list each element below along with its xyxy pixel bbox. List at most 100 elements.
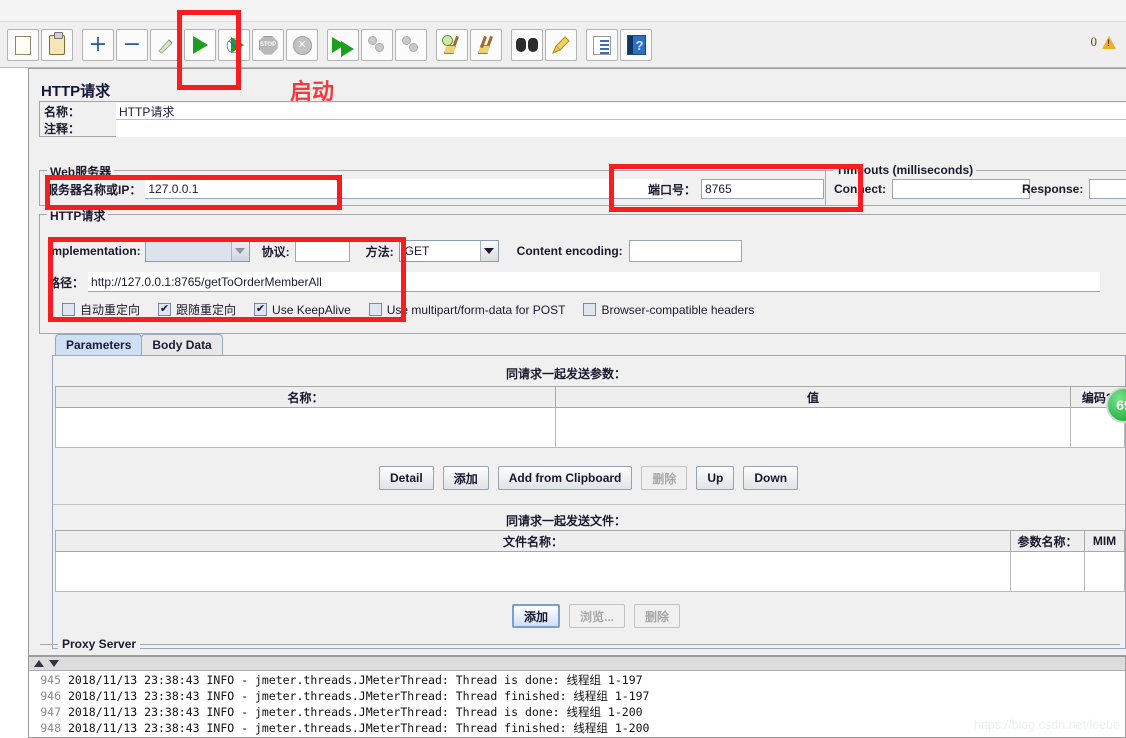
move-down-button[interactable]: Down: [743, 466, 799, 490]
protocol-input[interactable]: [294, 240, 350, 262]
warning-triangle-icon: [1102, 35, 1116, 49]
function-helper-icon[interactable]: [586, 29, 618, 61]
move-up-button[interactable]: Up: [696, 466, 735, 490]
column-header-filename[interactable]: 文件名称：: [55, 530, 1011, 552]
search-icon[interactable]: [511, 29, 543, 61]
clear-all-icon[interactable]: [470, 29, 502, 61]
paste-icon[interactable]: [41, 29, 73, 61]
reset-search-icon[interactable]: [545, 29, 577, 61]
checkbox-box: [62, 303, 75, 316]
clear-icon[interactable]: [436, 29, 468, 61]
add-from-clipboard-button[interactable]: Add from Clipboard: [497, 466, 633, 490]
chevron-down-icon: [230, 241, 249, 261]
server-port-input[interactable]: 8765: [701, 179, 825, 199]
copy-icon[interactable]: [7, 29, 39, 61]
start-icon[interactable]: [184, 29, 216, 61]
files-table[interactable]: 文件名称： 参数名称： MIM: [55, 530, 1125, 592]
help-icon[interactable]: [620, 29, 652, 61]
response-timeout-input[interactable]: [1089, 179, 1126, 199]
implementation-label: Implementation:: [48, 244, 141, 258]
connect-timeout-label: Connect:: [834, 182, 886, 196]
jmeter-window: + − ⃠ STOP: [0, 0, 1126, 738]
log-line-number: 947: [40, 705, 61, 719]
toggle-icon[interactable]: [150, 29, 182, 61]
parameters-table[interactable]: 名称： 值 编码?: [55, 386, 1125, 448]
name-label: 名称：: [44, 105, 81, 119]
files-caption: 同请求一起发送文件：: [505, 514, 626, 528]
stop-remote-icon[interactable]: [361, 29, 393, 61]
files-button-bar: 添加 浏览... 删除: [512, 604, 681, 628]
checkbox-browser-compatible-headers[interactable]: Browser-compatible headers: [583, 303, 754, 317]
tab-parameters[interactable]: Parameters: [55, 334, 143, 355]
content-encoding-input[interactable]: [628, 240, 742, 262]
tab-body-data[interactable]: Body Data: [141, 334, 223, 355]
add-parameter-button[interactable]: 添加: [442, 466, 489, 490]
server-port-label: 端口号：: [648, 182, 697, 197]
checkbox-label: 跟随重定向: [176, 303, 237, 317]
log-line: 946 2018/11/13 23:38:43 INFO - jmeter.th…: [31, 688, 1125, 704]
start-remote-icon[interactable]: [327, 29, 359, 61]
log-viewer-panel[interactable]: 945 2018/11/13 23:38:43 INFO - jmeter.th…: [28, 656, 1126, 738]
log-line-text: 2018/11/13 23:38:43 INFO - jmeter.thread…: [68, 689, 650, 703]
connect-timeout-input[interactable]: [892, 179, 1030, 199]
checkbox-use-keepalive[interactable]: Use KeepAlive: [254, 303, 351, 317]
log-toolbar: [29, 657, 1125, 671]
column-header-value[interactable]: 值: [555, 386, 1071, 408]
column-header-mimetype[interactable]: MIM: [1084, 530, 1125, 552]
log-line: 945 2018/11/13 23:38:43 INFO - jmeter.th…: [31, 672, 1125, 688]
response-timeout-label: Response:: [1022, 182, 1084, 196]
add-icon[interactable]: +: [82, 29, 114, 61]
scroll-down-icon[interactable]: [49, 660, 59, 667]
checkbox-box: [254, 303, 268, 316]
http-request-group: HTTP请求 Implementation: 协议: 方法: GET Conte…: [39, 207, 1126, 334]
warning-count: 0: [1090, 34, 1098, 49]
warning-indicator[interactable]: 0: [1090, 34, 1116, 50]
stop-icon[interactable]: STOP: [252, 29, 284, 61]
table-empty-row[interactable]: [55, 407, 1125, 448]
method-select[interactable]: GET: [398, 240, 499, 262]
log-lines: 945 2018/11/13 23:38:43 INFO - jmeter.th…: [29, 671, 1125, 736]
comment-input[interactable]: [116, 120, 1126, 137]
start-no-pauses-icon[interactable]: ⃠: [218, 29, 250, 61]
checkbox-auto-redirect[interactable]: 自动重定向: [62, 301, 140, 318]
active-threads-count: 69: [1116, 397, 1126, 413]
server-host-input[interactable]: 127.0.0.1: [145, 179, 664, 199]
remove-icon[interactable]: −: [116, 29, 148, 61]
proxy-server-legend: Proxy Server: [58, 637, 141, 651]
path-input[interactable]: http://127.0.0.1:8765/getToOrderMemberAl…: [88, 272, 1101, 292]
log-line-text: 2018/11/13 23:38:43 INFO - jmeter.thread…: [68, 673, 643, 687]
delete-parameter-button: 删除: [641, 466, 688, 490]
new-icon[interactable]: [0, 29, 5, 61]
add-file-button[interactable]: 添加: [512, 604, 561, 628]
shutdown-remote-icon[interactable]: [395, 29, 427, 61]
table-empty-row[interactable]: [55, 551, 1125, 592]
shutdown-icon[interactable]: [286, 29, 318, 61]
checkbox-use-multipart[interactable]: Use multipart/form-data for POST: [368, 303, 565, 317]
table-header-row: 名称： 值 编码?: [55, 386, 1125, 408]
column-header-name[interactable]: 名称：: [55, 386, 556, 408]
checkbox-follow-redirect[interactable]: 跟随重定向: [158, 301, 236, 318]
section-divider: [53, 504, 1125, 505]
protocol-label: 协议:: [261, 244, 290, 259]
method-value: GET: [404, 244, 430, 258]
http-request-legend: HTTP请求: [47, 207, 109, 224]
comment-label: 注释：: [44, 122, 81, 136]
scroll-up-icon[interactable]: [34, 660, 44, 667]
log-line: 947 2018/11/13 23:38:43 INFO - jmeter.th…: [31, 704, 1125, 720]
checkbox-box: [158, 303, 172, 316]
checkbox-label: Use KeepAlive: [272, 302, 351, 317]
timeouts-group: Timeouts (milliseconds) Connect: Respons…: [825, 163, 1126, 206]
column-header-paramname[interactable]: 参数名称：: [1010, 530, 1085, 552]
timeouts-legend: Timeouts (milliseconds): [833, 163, 977, 177]
log-line: 948 2018/11/13 23:38:43 INFO - jmeter.th…: [31, 720, 1125, 736]
page-title: HTTP请求: [41, 83, 111, 100]
parameters-button-bar: Detail 添加 Add from Clipboard 删除 Up Down: [379, 466, 799, 490]
name-input[interactable]: HTTP请求: [116, 103, 1126, 120]
checkbox-box: [583, 303, 597, 316]
checkbox-label: Browser-compatible headers: [601, 302, 755, 317]
content-encoding-label: Content encoding:: [516, 244, 623, 258]
implementation-select[interactable]: [144, 240, 250, 262]
parameters-tab-panel: 同请求一起发送参数： 名称： 值 编码? Detail 添加 Add from …: [52, 355, 1126, 649]
table-header-row: 文件名称： 参数名称： MIM: [55, 530, 1125, 552]
detail-button[interactable]: Detail: [379, 466, 434, 490]
